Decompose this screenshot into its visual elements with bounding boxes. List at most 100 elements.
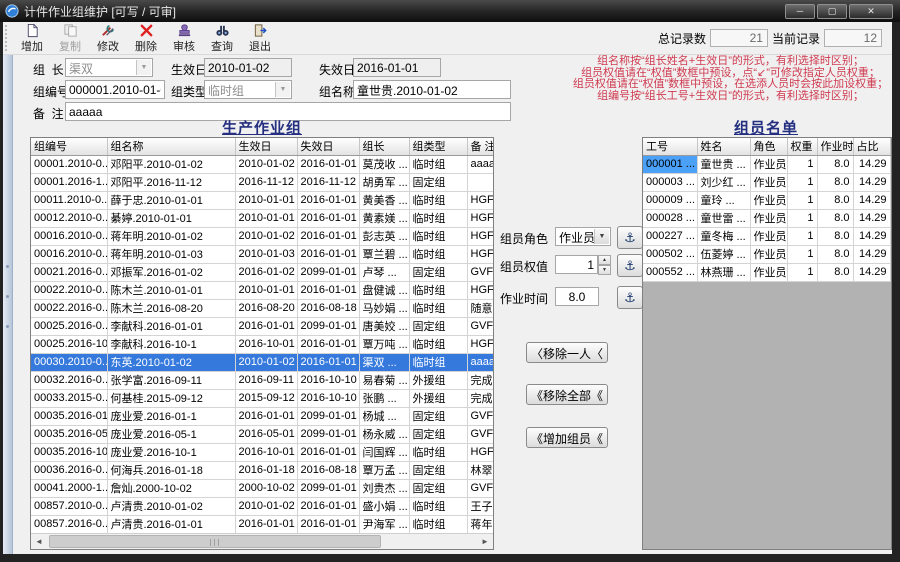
table-cell[interactable]: 闫国辉 ... (359, 443, 410, 462)
table-row[interactable]: 00035.2016-10-1庞业爱.2016-10-12016-10-0120… (31, 443, 493, 462)
table-cell[interactable]: 彭志英 ... (359, 227, 410, 246)
column-header[interactable]: 组长 (359, 138, 410, 156)
table-cell[interactable]: 庞业爱.2016-05-1 (107, 425, 236, 444)
column-header[interactable]: 组编号 (31, 138, 108, 156)
table-cell[interactable]: 2099-01-01 (297, 425, 360, 444)
table-cell[interactable]: 00021.2016-0... (31, 263, 108, 282)
column-header[interactable]: 工号 (643, 138, 698, 156)
table-cell[interactable]: 14.29 (853, 191, 891, 210)
table-cell[interactable]: 00011.2010-0... (31, 191, 108, 210)
table-cell[interactable]: 000009 ... (643, 191, 698, 210)
column-header[interactable]: 生效日 (235, 138, 298, 156)
table-cell[interactable]: 卢清贵.2016-01-01 (107, 515, 236, 534)
table-cell[interactable]: 000552 ... (643, 263, 698, 282)
remove-all-button[interactable]: 《移除全部《 (526, 384, 608, 405)
table-row[interactable]: 000028 ... 童世雷 ... 作业员 1 8.0 14.29 (643, 209, 891, 228)
table-cell[interactable]: 2010-01-01 (235, 209, 298, 228)
table-cell[interactable]: 00035.2016-10-1 (31, 443, 108, 462)
table-row[interactable]: 00025.2016-10-1李献科.2016-10-12016-10-0120… (31, 335, 493, 354)
table-cell[interactable]: 作业员 (750, 245, 788, 264)
table-cell[interactable]: 临时组 (409, 443, 468, 462)
table-cell[interactable]: 2016-01-01 (235, 407, 298, 426)
table-cell[interactable]: 00022.2016-0... (31, 299, 108, 318)
table-cell[interactable]: 1 (787, 263, 818, 282)
table-cell[interactable]: 邓阳平.2016-11-12 (107, 173, 236, 192)
table-cell[interactable]: HGFHFG (467, 335, 493, 354)
table-cell[interactable]: 1 (787, 155, 818, 174)
table-cell[interactable]: 外援组 (409, 371, 468, 390)
table-row[interactable]: 000001 ... 童世贵 ... 作业员 1 8.0 14.29 (643, 155, 891, 174)
table-cell[interactable]: 000227 ... (643, 227, 698, 246)
spin-down-icon[interactable]: ▼ (598, 265, 611, 275)
table-cell[interactable]: 林翠叶 (467, 461, 493, 480)
table-row[interactable]: 00035.2016-05-1庞业爱.2016-05-12016-05-0120… (31, 425, 493, 444)
table-cell[interactable]: 2016-01-01 (297, 281, 360, 300)
table-cell[interactable]: 童玲 ... (697, 191, 751, 210)
column-header[interactable]: 组类型 (409, 138, 468, 156)
table-cell[interactable]: 蒋年明.2010-01-03 (107, 245, 236, 264)
left-splitter[interactable] (3, 55, 13, 554)
table-row[interactable]: 00035.2016-01-1庞业爱.2016-01-12016-01-0120… (31, 407, 493, 426)
member-role-combo[interactable]: 作业员 ▼ (555, 227, 611, 246)
table-cell[interactable]: 2016-10-01 (235, 335, 298, 354)
table-cell[interactable]: 马妙娟 ... (359, 299, 410, 318)
table-row[interactable]: 00033.2015-0... 何基桂.2015-09-12 2015-09-12 2… (31, 389, 493, 408)
table-cell[interactable]: 作业员 (750, 227, 788, 246)
table-cell[interactable]: 庞业爱.2016-10-1 (107, 443, 236, 462)
table-cell[interactable]: 8.0 (817, 209, 854, 228)
table-cell[interactable]: 作业员 (750, 191, 788, 210)
table-cell[interactable]: 2016-08-18 (297, 299, 360, 318)
apply-weight-button[interactable]: ⚓ (617, 254, 643, 277)
table-cell[interactable]: 14.29 (853, 173, 891, 192)
table-cell[interactable]: 庞业爱.2016-01-1 (107, 407, 236, 426)
table-cell[interactable]: 临时组 (409, 281, 468, 300)
table-cell[interactable]: 8.0 (817, 245, 854, 264)
table-cell[interactable]: 2010-01-01 (235, 191, 298, 210)
table-cell[interactable]: 8.0 (817, 227, 854, 246)
table-cell[interactable]: 东英.2010-01-02 (107, 353, 236, 372)
table-cell[interactable]: 1 (787, 173, 818, 192)
scroll-right-icon[interactable]: ► (477, 534, 493, 549)
column-header[interactable]: 失效日 (297, 138, 360, 156)
table-cell[interactable]: 2016-01-01 (297, 443, 360, 462)
table-cell[interactable]: 00032.2016-0... (31, 371, 108, 390)
table-row[interactable]: 00021.2016-0... 邓振军.2016-01-02 2016-01-02 2… (31, 263, 493, 282)
table-cell[interactable]: GVFDGF (467, 407, 493, 426)
table-cell[interactable]: 2016-10-10 (297, 371, 360, 390)
exit-button[interactable]: 退出 (241, 23, 279, 54)
table-cell[interactable]: 14.29 (853, 263, 891, 282)
table-cell[interactable]: 固定组 (409, 407, 468, 426)
table-cell[interactable]: GVFDGF (467, 479, 493, 498)
table-cell[interactable]: 作业员 (750, 263, 788, 282)
table-cell[interactable]: 2016-01-01 (297, 155, 360, 174)
table-cell[interactable]: 1 (787, 209, 818, 228)
table-cell[interactable]: 临时组 (409, 155, 468, 174)
modify-button[interactable]: 修改 (89, 23, 127, 54)
scrollbar-thumb[interactable] (49, 535, 381, 548)
table-cell[interactable]: 00857.2010-0... (31, 497, 108, 516)
table-cell[interactable]: 邓阳平.2010-01-02 (107, 155, 236, 174)
table-cell[interactable]: 2016-01-01 (235, 317, 298, 336)
table-cell[interactable]: 2099-01-01 (297, 479, 360, 498)
table-cell[interactable]: 00035.2016-01-1 (31, 407, 108, 426)
query-button[interactable]: 查询 (203, 23, 241, 54)
audit-button[interactable]: 审核 (165, 23, 203, 54)
scroll-left-icon[interactable]: ◄ (31, 534, 47, 549)
table-cell[interactable]: 临时组 (409, 191, 468, 210)
table-cell[interactable]: 00041.2000-1... (31, 479, 108, 498)
table-cell[interactable]: 覃万孟 ... (359, 461, 410, 480)
table-cell[interactable]: 伍菱婷 ... (697, 245, 751, 264)
table-cell[interactable]: 1 (787, 227, 818, 246)
table-cell[interactable]: 詹灿.2000-10-02 (107, 479, 236, 498)
column-header[interactable]: 权重 (787, 138, 818, 156)
table-row[interactable]: 00857.2016-0... 卢清贵.2016-01-01 2016-01-01 2… (31, 515, 493, 534)
table-cell[interactable]: 2010-01-02 (235, 497, 298, 516)
table-row[interactable]: 000502 ... 伍菱婷 ... 作业员 1 8.0 14.29 (643, 245, 891, 264)
table-cell[interactable]: 2016-01-01 (297, 515, 360, 534)
table-cell[interactable]: aaaaa (467, 155, 493, 174)
table-cell[interactable]: 2016-08-18 (297, 461, 360, 480)
table-cell[interactable]: 刘贵杰 ... (359, 479, 410, 498)
table-cell[interactable]: 1 (787, 245, 818, 264)
table-row[interactable]: 00016.2010-0... 蒋年明.2010-01-02 2010-01-02 2… (31, 227, 493, 246)
table-cell[interactable]: 2016-11-12 (235, 173, 298, 192)
